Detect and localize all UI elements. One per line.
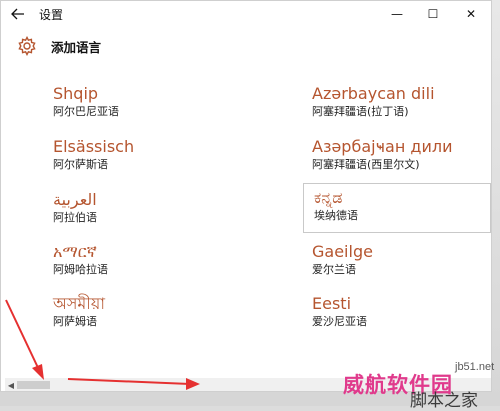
language-item-irish[interactable]: Gaeilge 爱尔兰语 — [312, 242, 491, 277]
language-subtitle: 阿塞拜疆语(拉丁语) — [312, 105, 409, 118]
settings-window: 设置 — ☐ ✕ 添加语言 Shqip 阿尔巴尼亚语 Elsässisch 阿尔… — [0, 0, 492, 392]
language-item-azerbaijani-cyrillic[interactable]: Азәрбајҹан дили 阿塞拜疆语(西里尔文) — [312, 137, 491, 172]
window-edge — [492, 0, 500, 406]
language-item-shqip[interactable]: Shqip 阿尔巴尼亚语 — [53, 84, 233, 119]
window-controls: — ☐ ✕ — [379, 1, 491, 27]
maximize-icon: ☐ — [427, 7, 439, 21]
watermark-url: jb51.net — [455, 361, 495, 373]
language-name: ಕನ್ನಡ — [314, 188, 343, 207]
back-arrow-icon — [11, 8, 24, 20]
page-title: 添加语言 — [51, 39, 102, 55]
language-name: Elsässisch — [53, 137, 135, 156]
language-name: Azərbaycan dili — [312, 84, 435, 103]
language-name: অসমীয়া — [53, 294, 105, 313]
window-title: 设置 — [39, 7, 64, 22]
back-button[interactable] — [1, 1, 35, 27]
language-item-amharic[interactable]: አማርኛ 阿姆哈拉语 — [53, 242, 233, 277]
scrollbar-thumb[interactable] — [17, 381, 50, 389]
page-header: 添加语言 — [1, 33, 491, 59]
close-button[interactable]: ✕ — [451, 1, 491, 27]
minimize-icon: — — [391, 7, 403, 21]
language-subtitle: 爱尔兰语 — [312, 263, 356, 276]
maximize-button[interactable]: ☐ — [415, 1, 451, 27]
language-subtitle: 阿尔萨斯语 — [53, 158, 108, 171]
language-item-elsassisch[interactable]: Elsässisch 阿尔萨斯语 — [53, 137, 233, 172]
title-bar: 设置 — ☐ ✕ — [1, 1, 491, 27]
language-name: العربية — [53, 190, 97, 209]
language-subtitle: 阿塞拜疆语(西里尔文) — [312, 158, 420, 171]
language-name: Азәрбајҹан дили — [312, 137, 453, 156]
language-item-assamese[interactable]: অসমীয়া 阿萨姆语 — [53, 294, 233, 329]
minimize-button[interactable]: — — [379, 1, 415, 27]
watermark-subtitle: 脚本之家 — [410, 391, 478, 411]
close-icon: ✕ — [465, 7, 477, 21]
language-subtitle: 阿萨姆语 — [53, 315, 97, 328]
language-name: አማርኛ — [53, 242, 97, 261]
scroll-left-icon[interactable]: ◀ — [5, 378, 17, 391]
language-subtitle: 爱沙尼亚语 — [312, 315, 367, 328]
language-item-azerbaijani-latin[interactable]: Azərbaycan dili 阿塞拜疆语(拉丁语) — [312, 84, 491, 119]
language-subtitle: 阿拉伯语 — [53, 211, 97, 224]
language-name: Eesti — [312, 294, 352, 313]
language-subtitle: 埃纳德语 — [314, 209, 358, 222]
language-subtitle: 阿尔巴尼亚语 — [53, 105, 119, 118]
language-item-arabic[interactable]: العربية 阿拉伯语 — [53, 190, 233, 225]
language-name: Gaeilge — [312, 242, 373, 261]
language-item-estonian[interactable]: Eesti 爱沙尼亚语 — [312, 294, 491, 329]
gear-icon — [15, 34, 39, 58]
language-item-kannada[interactable]: ಕನ್ನಡ 埃纳德语 — [303, 183, 491, 233]
language-subtitle: 阿姆哈拉语 — [53, 263, 108, 276]
language-name: Shqip — [53, 84, 99, 103]
